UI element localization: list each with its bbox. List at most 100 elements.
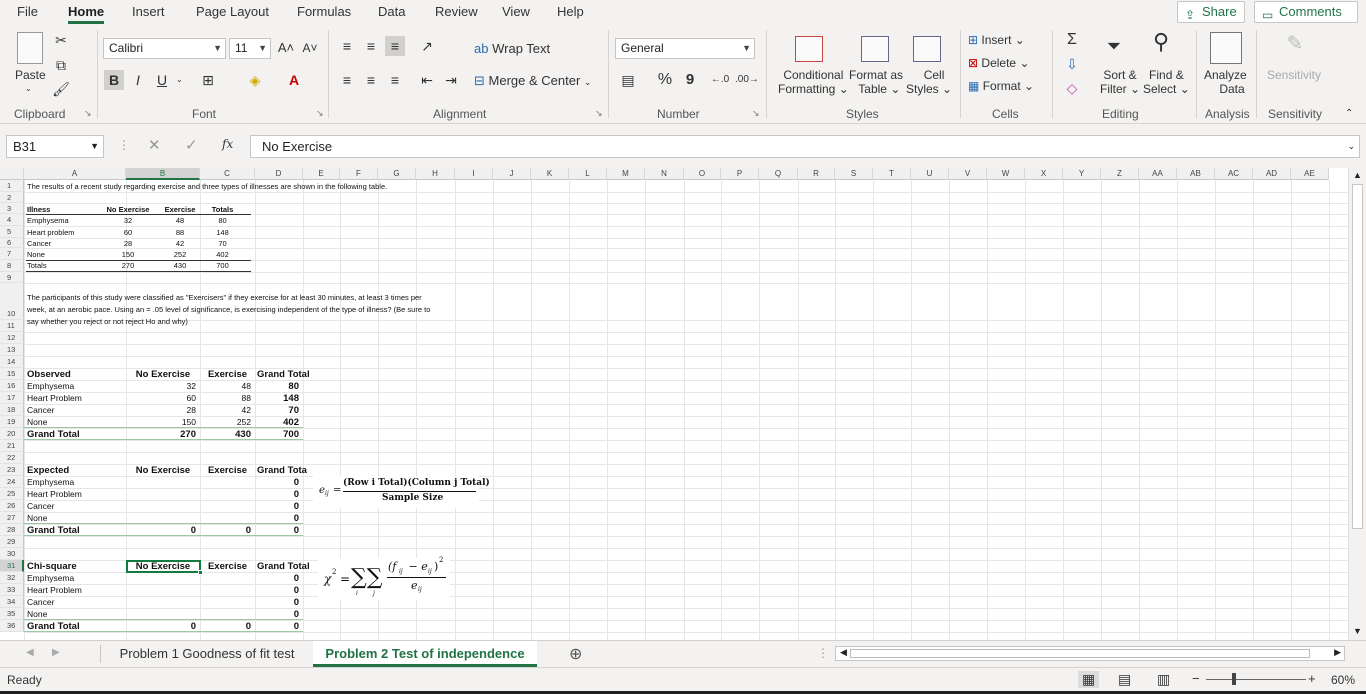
analyze-data-button[interactable]: Analyze Data (1204, 68, 1247, 96)
clipboard-launcher-icon[interactable]: ↘ (84, 108, 92, 119)
align-center-icon[interactable]: ≡ (361, 70, 381, 90)
row-header[interactable]: 8 (0, 260, 24, 272)
comma-button[interactable]: 9 (680, 70, 700, 90)
row-header[interactable]: 32 (0, 572, 24, 584)
row-header[interactable]: 36 (0, 620, 24, 632)
tab-split-handle[interactable]: ⋮ (817, 646, 829, 660)
font-color-icon[interactable]: A (284, 70, 304, 90)
column-header[interactable]: U (911, 168, 949, 180)
wrap-text-button[interactable]: ab Wrap Text (474, 41, 550, 56)
row-header[interactable]: 14 (0, 356, 24, 368)
row-header[interactable]: 13 (0, 344, 24, 356)
column-header[interactable]: T (873, 168, 911, 180)
insert-cells-button[interactable]: ⊞ Insert ⌄ (968, 33, 1025, 47)
increase-font-icon[interactable]: A˄ (276, 38, 296, 58)
column-header[interactable]: H (416, 168, 455, 180)
column-header[interactable]: AB (1177, 168, 1215, 180)
column-header[interactable]: L (569, 168, 607, 180)
scroll-up-icon[interactable]: ▲ (1353, 170, 1362, 180)
paste-button[interactable]: Paste (15, 68, 46, 82)
underline-button[interactable]: U (152, 70, 172, 90)
comments-button[interactable]: ▭ Comments (1254, 1, 1358, 23)
row-header[interactable]: 30 (0, 548, 24, 560)
row-header[interactable]: 6 (0, 238, 24, 248)
format-cells-button[interactable]: ▦ Format ⌄ (968, 79, 1034, 93)
tab-formulas[interactable]: Formulas (297, 4, 351, 19)
scrollbar-thumb[interactable] (850, 649, 1310, 658)
tab-page-layout[interactable]: Page Layout (196, 4, 269, 19)
percent-button[interactable]: % (655, 70, 675, 90)
autosum-icon[interactable]: Σ (1062, 30, 1082, 50)
delete-cells-button[interactable]: ⊠ Delete ⌄ (968, 56, 1030, 70)
find-select-button[interactable]: Find & Select ⌄ (1143, 68, 1190, 96)
row-header[interactable]: 17 (0, 392, 24, 404)
column-header[interactable]: V (949, 168, 987, 180)
column-header[interactable]: N (645, 168, 684, 180)
column-header[interactable]: AE (1291, 168, 1329, 180)
fill-handle[interactable] (198, 570, 203, 575)
decrease-decimal-icon[interactable]: .00→ (735, 70, 759, 90)
row-header[interactable]: 4 (0, 214, 24, 226)
column-header[interactable]: A (24, 168, 126, 180)
row-header[interactable]: 33 (0, 584, 24, 596)
align-left-icon[interactable]: ≡ (337, 70, 357, 90)
selected-cell[interactable] (126, 560, 201, 573)
column-header[interactable]: AD (1253, 168, 1291, 180)
merge-center-button[interactable]: ⊟ Merge & Center ⌄ (474, 73, 591, 89)
row-header[interactable]: 16 (0, 380, 24, 392)
zoom-in-icon[interactable]: + (1308, 671, 1316, 686)
column-header[interactable]: I (455, 168, 493, 180)
align-top-icon[interactable]: ≡ (337, 36, 357, 56)
row-header[interactable]: 25 (0, 488, 24, 500)
column-header[interactable]: J (493, 168, 531, 180)
column-header[interactable]: G (378, 168, 416, 180)
select-all-corner[interactable] (0, 168, 24, 180)
row-header[interactable]: 23 (0, 464, 24, 476)
align-middle-icon[interactable]: ≡ (361, 36, 381, 56)
bold-button[interactable]: B (104, 70, 124, 90)
underline-dropdown-icon[interactable]: ⌄ (176, 75, 183, 84)
row-header[interactable]: 31 (0, 560, 24, 572)
scrollbar-thumb[interactable] (1352, 184, 1363, 529)
clear-icon[interactable]: ◇ (1062, 78, 1082, 98)
row-header[interactable]: 12 (0, 332, 24, 344)
tab-insert[interactable]: Insert (132, 4, 165, 19)
column-header[interactable]: K (531, 168, 569, 180)
row-header[interactable]: 18 (0, 404, 24, 416)
zoom-slider-handle[interactable] (1232, 673, 1236, 685)
horizontal-scrollbar[interactable]: ◀ ▶ (835, 646, 1345, 661)
column-header[interactable]: Z (1101, 168, 1139, 180)
next-sheet-icon[interactable]: ▶ (52, 647, 60, 658)
cell-styles-button[interactable]: Cell Styles ⌄ (906, 68, 952, 96)
column-header[interactable]: E (303, 168, 340, 180)
number-format-select[interactable]: General ▼ (615, 38, 755, 59)
accounting-format-icon[interactable]: ▤ (618, 70, 638, 90)
tab-home[interactable]: Home (68, 4, 105, 24)
column-header[interactable]: AC (1215, 168, 1253, 180)
sheet-tab-problem-2[interactable]: Problem 2 Test of independence (313, 641, 537, 667)
format-as-table-button[interactable]: Format as Table ⌄ (849, 68, 903, 96)
column-header[interactable]: B (126, 168, 200, 180)
decrease-indent-icon[interactable]: ⇤ (417, 70, 437, 90)
column-header[interactable]: O (684, 168, 721, 180)
conditional-formatting-button[interactable]: Conditional Formatting ⌄ (778, 68, 849, 96)
row-header[interactable]: 27 (0, 512, 24, 524)
row-header[interactable]: 20 (0, 428, 24, 440)
copy-icon[interactable]: ⧉ (51, 55, 71, 75)
page-break-view-icon[interactable]: ▥ (1157, 671, 1170, 688)
tab-file[interactable]: File (17, 4, 38, 19)
alignment-launcher-icon[interactable]: ↘ (595, 108, 603, 119)
tab-data[interactable]: Data (378, 4, 405, 19)
format-painter-icon[interactable]: 🖌 (51, 79, 71, 99)
row-header[interactable]: 3 (0, 203, 24, 214)
increase-decimal-icon[interactable]: ←.0 (710, 70, 730, 90)
column-header[interactable]: P (721, 168, 759, 180)
row-header[interactable]: 19 (0, 416, 24, 428)
column-header[interactable]: Q (759, 168, 798, 180)
font-size-select[interactable]: 11 ▼ (229, 38, 271, 59)
scroll-left-icon[interactable]: ◀ (840, 647, 847, 658)
page-layout-view-icon[interactable]: ▤ (1118, 671, 1131, 688)
borders-icon[interactable]: ⊞ (198, 70, 218, 90)
tab-help[interactable]: Help (557, 4, 584, 19)
row-header[interactable]: 26 (0, 500, 24, 512)
